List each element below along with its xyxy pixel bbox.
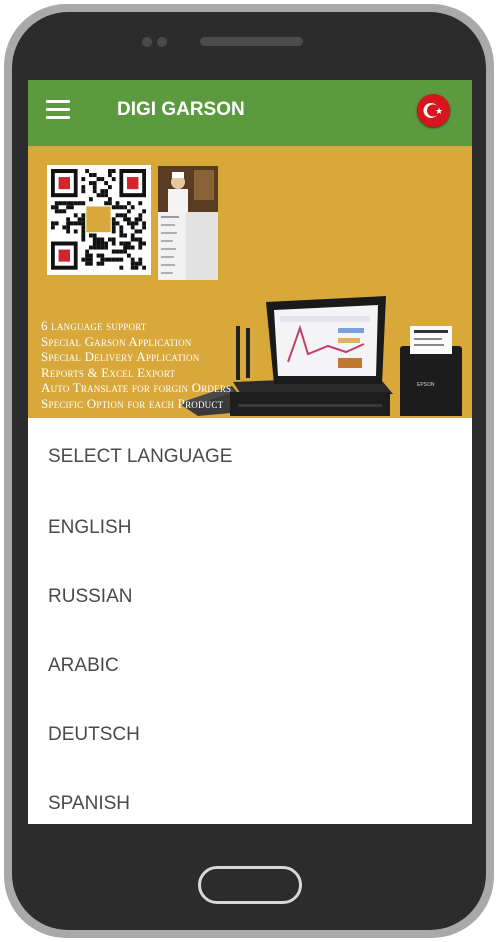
printer-brand-label: EPSON [417, 382, 435, 388]
app-title: DIGI GARSON [117, 99, 245, 120]
chef-photo [158, 166, 218, 212]
menu-icon[interactable] [46, 100, 70, 120]
feature-line: Special Garson Application [41, 333, 192, 349]
sensor-dot [157, 37, 167, 47]
language-item-russian[interactable]: RUSSIAN [48, 586, 132, 608]
feature-list: 6 language support Special Garson Applic… [41, 318, 281, 411]
language-item-english[interactable]: ENGLISH [48, 517, 131, 539]
promo-banner: EPSON 6 language support Special Garson … [28, 146, 472, 418]
app-screen: DIGI GARSON EPSON 6 language support Spe… [28, 80, 472, 824]
feature-line: Specific Option for each Product [41, 395, 224, 411]
home-button[interactable] [198, 866, 302, 904]
feature-line: Special Delivery Application [41, 349, 200, 364]
app-bar: DIGI GARSON [28, 80, 472, 146]
turkey-flag-icon[interactable] [417, 94, 450, 127]
language-item-deutsch[interactable]: DEUTSCH [48, 724, 140, 746]
feature-line: Reports & Excel Export [41, 364, 176, 380]
language-item-spanish[interactable]: SPANISH [48, 793, 130, 815]
speaker-grille [200, 37, 303, 46]
language-item-arabic[interactable]: ARABIC [48, 655, 119, 677]
camera-dot [142, 37, 152, 47]
select-language-header: SELECT LANGUAGE [48, 446, 233, 467]
qr-code [47, 165, 151, 275]
feature-line: Auto Translate for forgin Orders [41, 380, 232, 395]
feature-line: 6 language support [41, 318, 147, 333]
